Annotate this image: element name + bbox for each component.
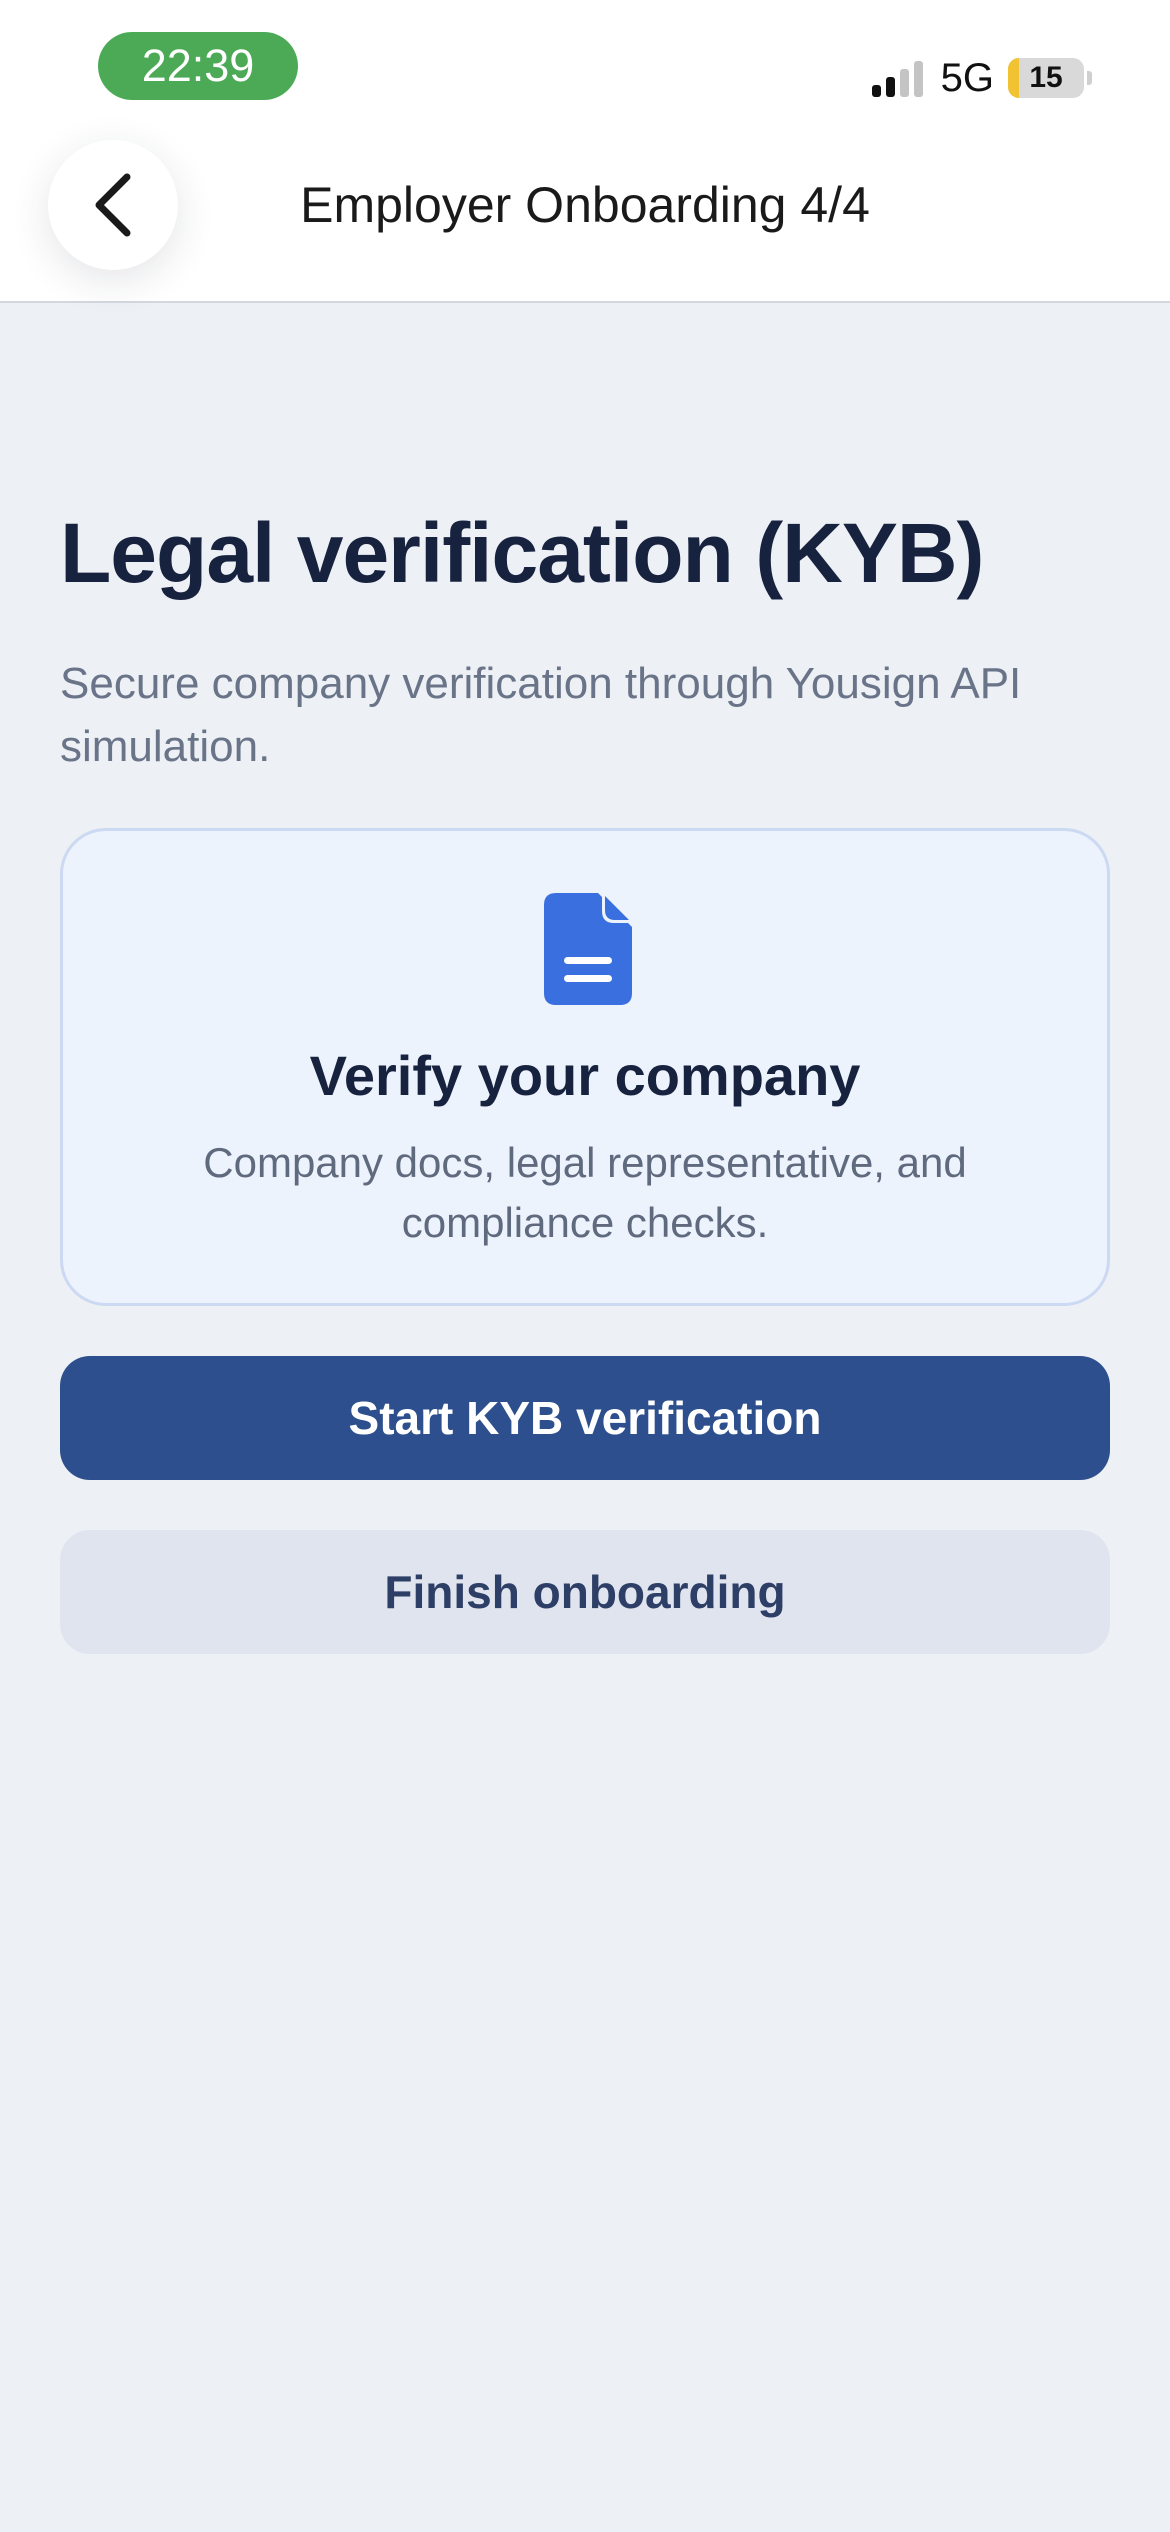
signal-bar (899, 69, 909, 97)
status-time: 22:39 (98, 32, 298, 100)
battery-level: 15 (1029, 61, 1063, 94)
page-title: Legal verification (KYB) (60, 506, 985, 600)
nav-title: Employer Onboarding 4/4 (300, 177, 870, 233)
status-indicators: 5G 15 (871, 50, 1092, 106)
signal-bar (871, 85, 881, 97)
signal-bar (885, 77, 895, 97)
verify-company-card: Verify your company Company docs, legal … (60, 828, 1110, 1306)
card-description: Company docs, legal representative, and … (203, 1139, 967, 1246)
signal-bar (913, 61, 923, 97)
card-title: Verify your company (309, 1044, 861, 1107)
finish-onboarding-button[interactable]: Finish onboarding (60, 1530, 1110, 1654)
start-kyb-verification-button[interactable]: Start KYB verification (60, 1356, 1110, 1480)
page-subtitle: Secure company verification through Yous… (60, 659, 1022, 771)
battery-nub (1087, 71, 1092, 85)
network-type: 5G (940, 55, 994, 100)
document-icon (544, 893, 632, 1005)
battery-icon: 15 (1008, 58, 1084, 98)
top-bar: 22:39 5G 15 Employer Onboarding 4/4 (0, 0, 1170, 303)
signal-icon (871, 59, 923, 97)
